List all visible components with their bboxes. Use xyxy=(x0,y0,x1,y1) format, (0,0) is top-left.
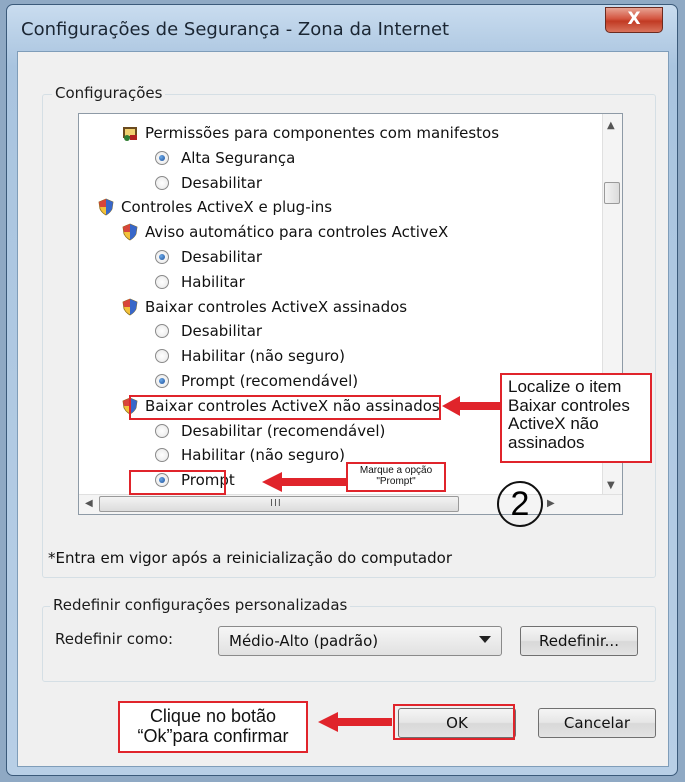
tree-node[interactable]: Aviso automático para controles ActiveX xyxy=(121,220,448,244)
tree-node-label: Controles ActiveX e plug-ins xyxy=(121,198,333,217)
tree-node[interactable]: Baixar controles ActiveX assinados xyxy=(121,295,407,319)
radio-option[interactable]: Desabilitar xyxy=(155,319,262,343)
radio-option-label: Alta Segurança xyxy=(181,148,296,167)
title-bar[interactable]: Configurações de Segurança - Zona da Int… xyxy=(7,5,677,51)
chevron-down-icon xyxy=(479,636,491,643)
tree-node-label: Aviso automático para controles ActiveX xyxy=(145,223,449,242)
radio-unselected-icon[interactable] xyxy=(155,324,169,339)
tree-node-label: Baixar controles ActiveX assinados xyxy=(145,297,408,316)
radio-dot xyxy=(159,254,165,260)
radio-dot xyxy=(159,378,165,384)
close-button[interactable]: X xyxy=(605,7,663,33)
cancel-button[interactable]: Cancelar xyxy=(538,708,656,738)
callout-locate-item: Localize o item Baixar controles ActiveX… xyxy=(500,373,652,463)
radio-option-label: Desabilitar xyxy=(181,173,263,192)
radio-option-label: Habilitar (não seguro) xyxy=(181,347,345,366)
reset-button[interactable]: Redefinir... xyxy=(520,626,638,656)
shield-icon xyxy=(122,223,138,241)
radio-selected-icon[interactable] xyxy=(155,150,169,165)
shield-icon xyxy=(98,198,114,216)
arrow-to-ok-button xyxy=(318,712,392,732)
step-number-badge: 2 xyxy=(497,481,543,527)
arrow-to-prompt-option xyxy=(262,472,346,492)
restart-footnote: *Entra em vigor após a reinicialização d… xyxy=(48,549,452,567)
radio-dot xyxy=(159,154,165,161)
radio-option[interactable]: Habilitar (não seguro) xyxy=(155,344,345,368)
settings-group-label: Configurações xyxy=(52,84,166,102)
scroll-grip: III xyxy=(270,498,282,509)
radio-option-label: Desabilitar xyxy=(181,322,263,341)
radio-option-label: Desabilitar xyxy=(181,248,263,266)
scroll-right-icon[interactable]: ▶ xyxy=(547,498,555,509)
radio-option[interactable]: Habilitar (não seguro) xyxy=(155,443,345,467)
reset-level-value: Médio-Alto (padrão) xyxy=(229,632,379,650)
window-title: Configurações de Segurança - Zona da Int… xyxy=(21,19,450,40)
callout-click-ok: Clique no botão “Ok”para confirmar xyxy=(118,701,308,753)
radio-unselected-icon[interactable] xyxy=(155,175,169,190)
highlight-unsigned-activex xyxy=(129,395,441,420)
tree-node-label: Permissões para componentes com manifest… xyxy=(145,124,500,142)
scroll-up-icon[interactable]: ▲ xyxy=(607,120,615,131)
radio-unselected-icon[interactable] xyxy=(155,349,169,364)
callout-click-line1: Clique no botão xyxy=(149,706,277,726)
radio-unselected-icon[interactable] xyxy=(155,448,169,463)
radio-option[interactable]: Alta Segurança xyxy=(155,146,295,170)
radio-option-label: Habilitar (não seguro) xyxy=(181,446,345,465)
scroll-down-icon[interactable]: ▼ xyxy=(607,480,615,491)
radio-option[interactable]: Desabilitar xyxy=(155,171,262,195)
reset-level-select[interactable]: Médio-Alto (padrão) xyxy=(218,626,502,656)
radio-option[interactable]: Desabilitar xyxy=(155,245,262,269)
radio-option-label: Desabilitar (recomendável) xyxy=(181,421,386,440)
highlight-prompt-option xyxy=(129,470,226,495)
callout-click-line2: “Ok”para confirmar xyxy=(137,725,289,746)
radio-unselected-icon[interactable] xyxy=(155,274,169,289)
reset-group-label: Redefinir configurações personalizadas xyxy=(50,596,351,614)
callout-mark-line2: "Prompt" xyxy=(376,476,416,487)
shield-certificate-icon xyxy=(123,127,137,141)
radio-option-label: Habilitar xyxy=(181,272,245,291)
horizontal-scroll-thumb[interactable]: III xyxy=(99,496,459,512)
radio-selected-icon[interactable] xyxy=(155,250,169,264)
tree-node[interactable]: Permissões para componentes com manifest… xyxy=(121,121,499,145)
callout-mark-prompt: Marque a opção "Prompt" xyxy=(346,462,446,492)
vertical-scroll-thumb[interactable] xyxy=(604,182,620,204)
radio-option[interactable]: Prompt (recomendável) xyxy=(155,369,358,393)
close-icon: X xyxy=(627,9,641,29)
radio-selected-icon[interactable] xyxy=(155,374,169,388)
callout-locate-text: Localize o item Baixar controles ActiveX… xyxy=(508,377,630,453)
radio-option[interactable]: Habilitar xyxy=(155,270,245,294)
reset-to-label: Redefinir como: xyxy=(52,630,177,648)
scroll-left-icon[interactable]: ◀ xyxy=(85,498,93,509)
radio-option[interactable]: Desabilitar (recomendável) xyxy=(155,419,385,443)
tree-node[interactable]: Controles ActiveX e plug-ins xyxy=(97,195,332,219)
arrow-to-unsigned-item xyxy=(442,396,500,416)
highlight-ok-button xyxy=(393,704,515,740)
callout-mark-line1: Marque a opção xyxy=(359,465,433,476)
radio-option-label: Prompt (recomendável) xyxy=(181,372,359,390)
radio-unselected-icon[interactable] xyxy=(155,423,169,438)
shield-icon xyxy=(122,298,138,316)
